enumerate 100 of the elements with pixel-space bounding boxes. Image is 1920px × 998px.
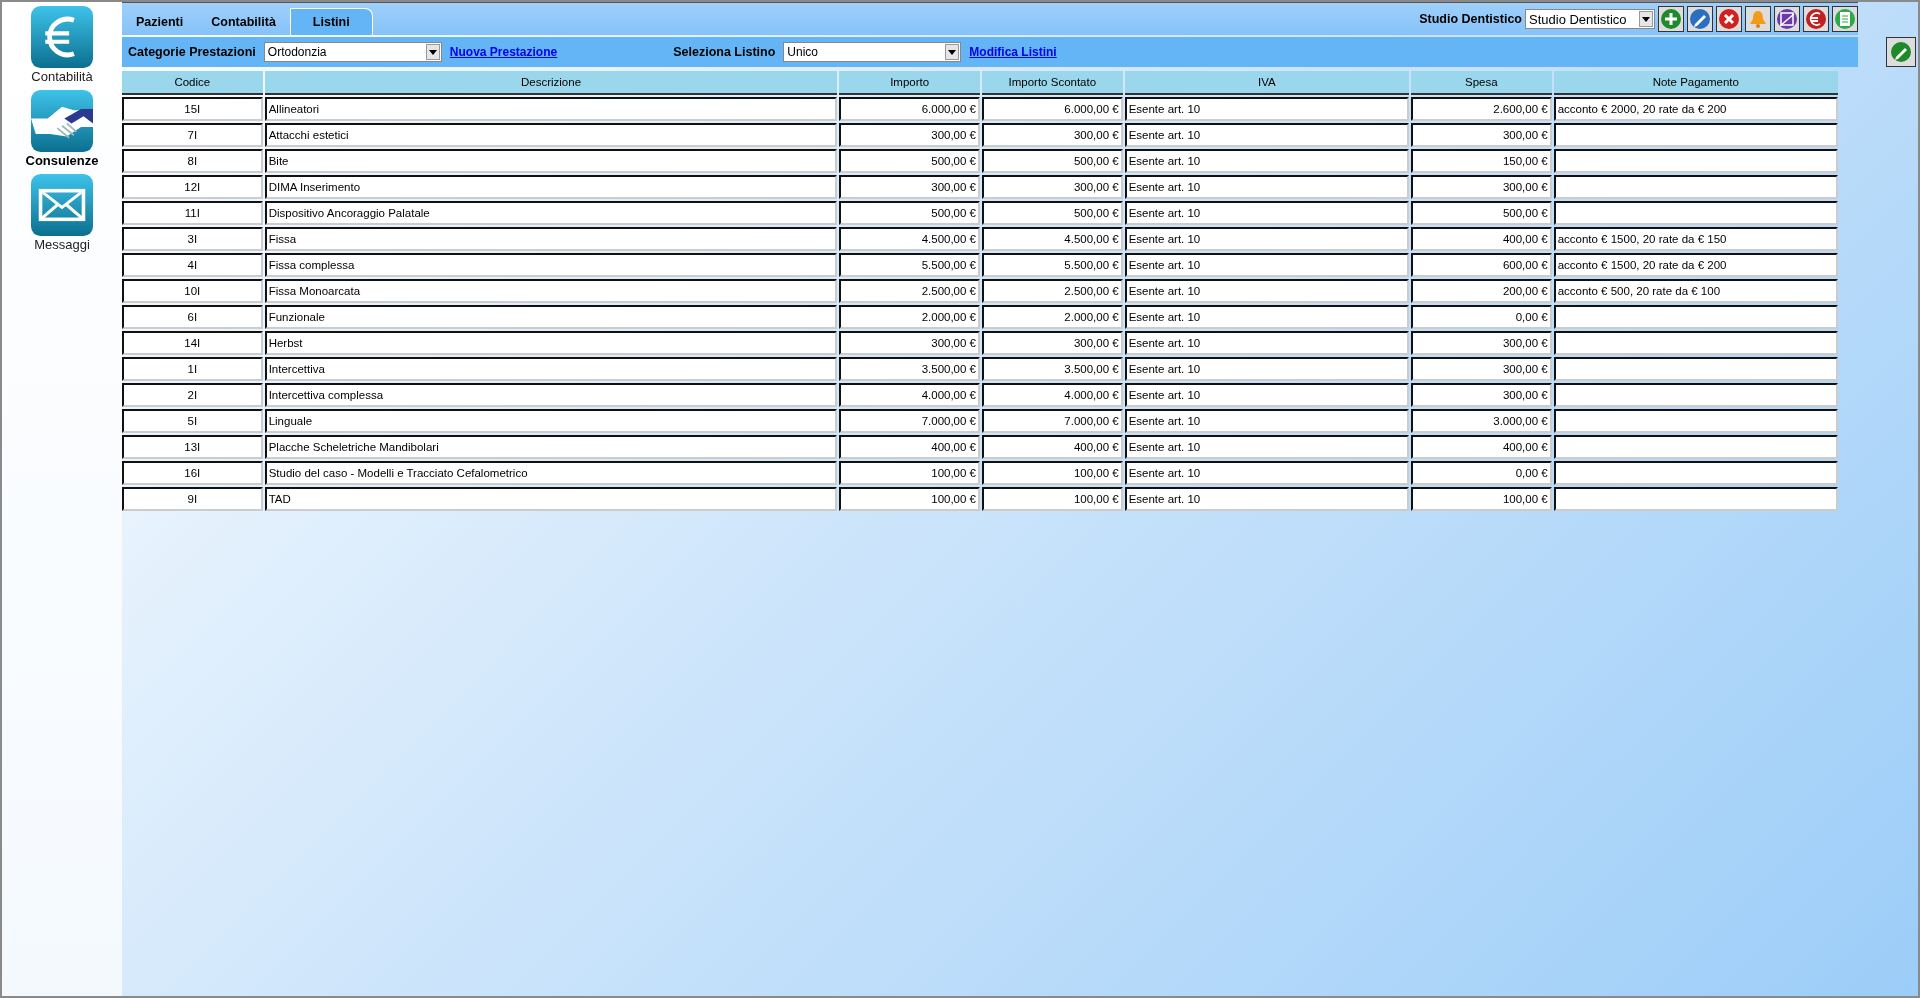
- bell-button[interactable]: [1745, 6, 1771, 32]
- clipboard-button[interactable]: [1832, 6, 1858, 32]
- table-cell[interactable]: [1553, 123, 1838, 147]
- table-cell[interactable]: 5I: [122, 409, 263, 433]
- table-cell[interactable]: Placche Scheletriche Mandibolari: [264, 435, 838, 459]
- table-cell[interactable]: 600,00 €: [1411, 253, 1552, 277]
- pencil-button[interactable]: [1687, 6, 1713, 32]
- table-cell[interactable]: Fissa: [264, 227, 838, 251]
- table-cell[interactable]: [1553, 461, 1838, 485]
- price-list-dropdown[interactable]: Unico: [783, 42, 962, 62]
- table-cell[interactable]: 100,00 €: [982, 487, 1123, 511]
- table-cell[interactable]: 11I: [122, 201, 263, 225]
- table-cell[interactable]: acconto € 1500, 20 rate da € 200: [1553, 253, 1838, 277]
- table-cell[interactable]: acconto € 2000, 20 rate da € 200: [1553, 97, 1838, 121]
- table-cell[interactable]: Allineatori: [264, 97, 838, 121]
- table-cell[interactable]: 5.500,00 €: [982, 253, 1123, 277]
- table-cell[interactable]: Esente art. 10: [1124, 357, 1409, 381]
- tab[interactable]: Pazienti: [122, 8, 198, 35]
- table-cell[interactable]: 300,00 €: [982, 123, 1123, 147]
- table-cell[interactable]: 500,00 €: [839, 201, 980, 225]
- table-cell[interactable]: 2.500,00 €: [839, 279, 980, 303]
- table-cell[interactable]: 15I: [122, 97, 263, 121]
- table-cell[interactable]: 400,00 €: [1411, 227, 1552, 251]
- table-cell[interactable]: Esente art. 10: [1124, 409, 1409, 433]
- table-cell[interactable]: 300,00 €: [1411, 331, 1552, 355]
- category-dropdown[interactable]: Ortodonzia: [263, 42, 442, 62]
- table-cell[interactable]: Esente art. 10: [1124, 305, 1409, 329]
- table-cell[interactable]: Esente art. 10: [1124, 279, 1409, 303]
- table-cell[interactable]: 400,00 €: [1411, 435, 1552, 459]
- table-cell[interactable]: acconto € 500, 20 rate da € 100: [1553, 279, 1838, 303]
- column-header[interactable]: Descrizione: [264, 71, 838, 95]
- table-cell[interactable]: 7.000,00 €: [839, 409, 980, 433]
- add-button[interactable]: [1658, 6, 1684, 32]
- table-cell[interactable]: acconto € 1500, 20 rate da € 150: [1553, 227, 1838, 251]
- table-cell[interactable]: [1553, 487, 1838, 511]
- table-cell[interactable]: 500,00 €: [1411, 201, 1552, 225]
- table-cell[interactable]: Intercettiva complessa: [264, 383, 838, 407]
- table-cell[interactable]: TAD: [264, 487, 838, 511]
- table-cell[interactable]: Esente art. 10: [1124, 149, 1409, 173]
- table-cell[interactable]: 2.000,00 €: [839, 305, 980, 329]
- table-cell[interactable]: 150,00 €: [1411, 149, 1552, 173]
- table-cell[interactable]: 9I: [122, 487, 263, 511]
- table-cell[interactable]: [1553, 149, 1838, 173]
- table-cell[interactable]: 13I: [122, 435, 263, 459]
- table-cell[interactable]: 2.000,00 €: [982, 305, 1123, 329]
- table-cell[interactable]: 300,00 €: [839, 123, 980, 147]
- table-cell[interactable]: 1I: [122, 357, 263, 381]
- table-cell[interactable]: Fissa complessa: [264, 253, 838, 277]
- table-cell[interactable]: 100,00 €: [839, 461, 980, 485]
- table-cell[interactable]: [1553, 331, 1838, 355]
- euro-button[interactable]: [1803, 6, 1829, 32]
- table-cell[interactable]: 2.600,00 €: [1411, 97, 1552, 121]
- table-cell[interactable]: Esente art. 10: [1124, 331, 1409, 355]
- table-cell[interactable]: 4.000,00 €: [982, 383, 1123, 407]
- table-cell[interactable]: 300,00 €: [982, 175, 1123, 199]
- table-cell[interactable]: 5.500,00 €: [839, 253, 980, 277]
- table-cell[interactable]: 300,00 €: [1411, 357, 1552, 381]
- table-cell[interactable]: Esente art. 10: [1124, 175, 1409, 199]
- tab[interactable]: Contabilità: [197, 8, 290, 35]
- table-cell[interactable]: Bite: [264, 149, 838, 173]
- table-cell[interactable]: 300,00 €: [982, 331, 1123, 355]
- table-cell[interactable]: [1553, 435, 1838, 459]
- table-cell[interactable]: 4.500,00 €: [982, 227, 1123, 251]
- table-cell[interactable]: 10I: [122, 279, 263, 303]
- table-cell[interactable]: 2.500,00 €: [982, 279, 1123, 303]
- table-cell[interactable]: [1553, 175, 1838, 199]
- table-cell[interactable]: 100,00 €: [839, 487, 980, 511]
- table-cell[interactable]: Funzionale: [264, 305, 838, 329]
- sidebar-item[interactable]: Messaggi: [2, 174, 122, 252]
- table-cell[interactable]: 500,00 €: [839, 149, 980, 173]
- column-header[interactable]: Codice: [122, 71, 263, 95]
- column-header[interactable]: Importo Scontato: [982, 71, 1123, 95]
- table-cell[interactable]: 4.000,00 €: [839, 383, 980, 407]
- table-cell[interactable]: 4I: [122, 253, 263, 277]
- table-cell[interactable]: 500,00 €: [982, 149, 1123, 173]
- column-header[interactable]: Note Pagamento: [1553, 71, 1838, 95]
- table-cell[interactable]: 14I: [122, 331, 263, 355]
- table-cell[interactable]: 0,00 €: [1411, 461, 1552, 485]
- table-cell[interactable]: 7.000,00 €: [982, 409, 1123, 433]
- table-cell[interactable]: Esente art. 10: [1124, 123, 1409, 147]
- table-cell[interactable]: Dispositivo Ancoraggio Palatale: [264, 201, 838, 225]
- table-cell[interactable]: Herbst: [264, 331, 838, 355]
- table-cell[interactable]: Studio del caso - Modelli e Tracciato Cefalometrico: [264, 461, 838, 485]
- table-cell[interactable]: 12I: [122, 175, 263, 199]
- table-cell[interactable]: DIMA Inserimento: [264, 175, 838, 199]
- table-cell[interactable]: 3.500,00 €: [982, 357, 1123, 381]
- column-header[interactable]: Importo: [839, 71, 980, 95]
- table-cell[interactable]: 3I: [122, 227, 263, 251]
- sidebar-item[interactable]: Contabilità: [2, 6, 122, 84]
- table-cell[interactable]: Intercettiva: [264, 357, 838, 381]
- table-cell[interactable]: Esente art. 10: [1124, 383, 1409, 407]
- table-cell[interactable]: 300,00 €: [1411, 383, 1552, 407]
- table-cell[interactable]: 400,00 €: [839, 435, 980, 459]
- column-header[interactable]: Spesa: [1411, 71, 1552, 95]
- table-cell[interactable]: 6.000,00 €: [982, 97, 1123, 121]
- table-cell[interactable]: 3.500,00 €: [839, 357, 980, 381]
- table-cell[interactable]: Linguale: [264, 409, 838, 433]
- table-cell[interactable]: 500,00 €: [982, 201, 1123, 225]
- table-cell[interactable]: Esente art. 10: [1124, 227, 1409, 251]
- table-cell[interactable]: Esente art. 10: [1124, 435, 1409, 459]
